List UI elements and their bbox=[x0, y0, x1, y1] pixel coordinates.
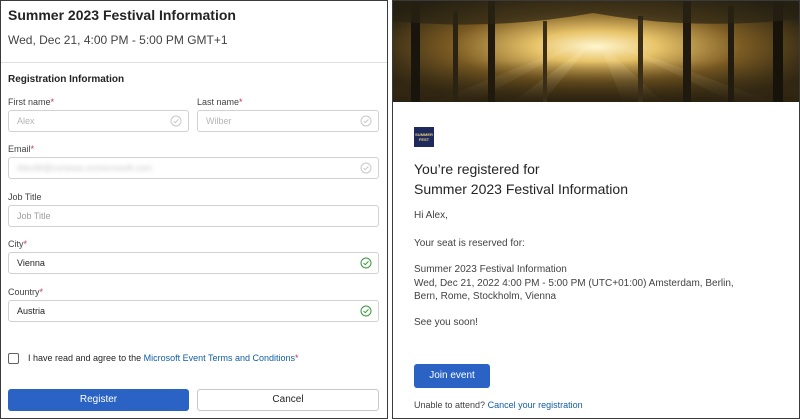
check-circle-icon bbox=[170, 115, 182, 127]
job-title-label: Job Title bbox=[8, 192, 42, 202]
cancel-registration-link[interactable]: Cancel your registration bbox=[488, 400, 583, 410]
event-datetime: Wed, Dec 21, 4:00 PM - 5:00 PM GMT+1 bbox=[8, 33, 228, 47]
greeting-text: Hi Alex, bbox=[414, 210, 448, 221]
check-circle-icon bbox=[360, 305, 372, 317]
email-label: Email* bbox=[8, 144, 35, 154]
email-field[interactable]: AlexW@contoso.onmicrosoft.com bbox=[8, 157, 379, 179]
terms-consent-text: I have read and agree to the Microsoft E… bbox=[28, 353, 299, 363]
country-label: Country* bbox=[8, 287, 44, 297]
event-details: Summer 2023 Festival Information Wed, De… bbox=[414, 264, 734, 302]
unable-to-attend-text: Unable to attend? Cancel your registrati… bbox=[414, 400, 583, 410]
terms-checkbox[interactable] bbox=[8, 353, 19, 364]
sign-off-text: See you soon! bbox=[414, 317, 478, 328]
event-logo: SUMMER FEST bbox=[414, 127, 434, 147]
registration-form-panel: Summer 2023 Festival Information Wed, De… bbox=[0, 0, 388, 419]
section-heading: Registration Information bbox=[8, 74, 125, 85]
event-title: Summer 2023 Festival Information bbox=[8, 7, 236, 23]
seat-reserved-text: Your seat is reserved for: bbox=[414, 238, 525, 249]
divider bbox=[1, 62, 387, 63]
check-circle-icon bbox=[360, 257, 372, 269]
first-name-field[interactable]: Alex bbox=[8, 110, 189, 132]
confirmation-headline: You’re registered for Summer 2023 Festiv… bbox=[414, 161, 628, 197]
check-circle-icon bbox=[360, 162, 372, 174]
register-button[interactable]: Register bbox=[8, 389, 189, 411]
check-circle-icon bbox=[360, 115, 372, 127]
cancel-button[interactable]: Cancel bbox=[197, 389, 379, 411]
city-field[interactable]: Vienna bbox=[8, 252, 379, 274]
city-label: City* bbox=[8, 239, 28, 249]
first-name-label: First name* bbox=[8, 97, 55, 107]
last-name-label: Last name* bbox=[197, 97, 243, 107]
forest-hero-image bbox=[393, 1, 799, 102]
join-event-button[interactable]: Join event bbox=[414, 364, 490, 388]
country-field[interactable]: Austria bbox=[8, 300, 379, 322]
job-title-field[interactable]: Job Title bbox=[8, 205, 379, 227]
confirmation-email-panel: SUMMER FEST You’re registered for Summer… bbox=[392, 0, 800, 419]
terms-link[interactable]: Microsoft Event Terms and Conditions bbox=[144, 353, 295, 363]
last-name-field[interactable]: Wilber bbox=[197, 110, 379, 132]
